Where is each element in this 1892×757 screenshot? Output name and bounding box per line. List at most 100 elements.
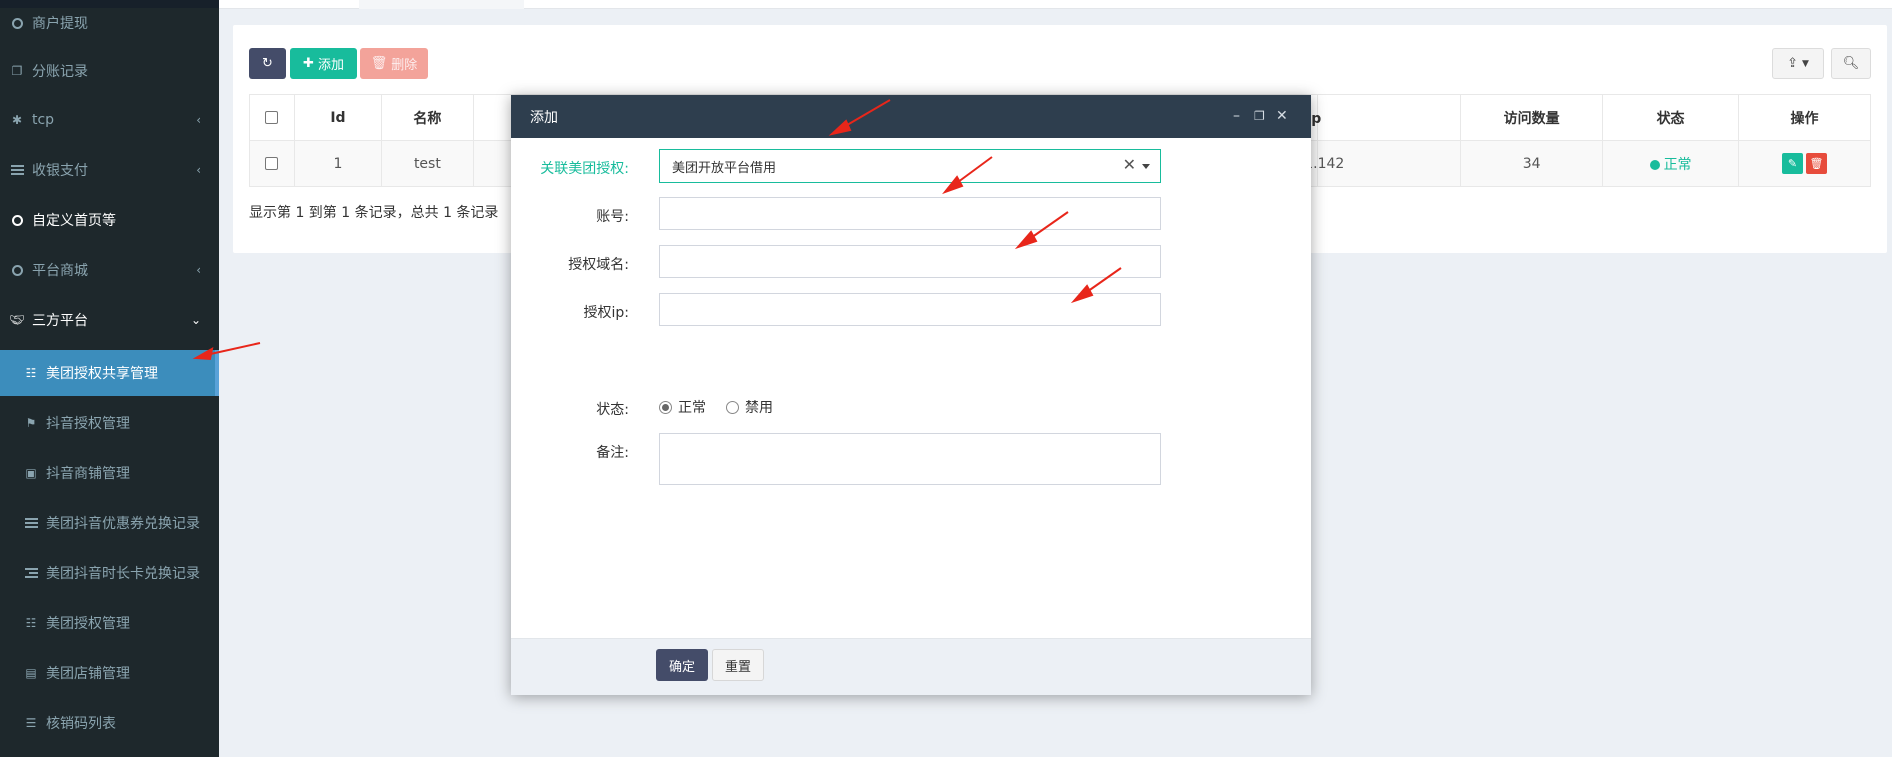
meituan-auth-select[interactable]: 美团开放平台借用 ✕ bbox=[659, 149, 1161, 183]
remark-label: 备注: bbox=[596, 445, 629, 461]
column-header-id[interactable]: Id bbox=[293, 94, 382, 141]
close-icon[interactable]: ✕ bbox=[1276, 107, 1288, 125]
delete-button-label: 删除 bbox=[391, 58, 418, 73]
asterisk-icon: ✱ bbox=[11, 113, 23, 127]
sidebar-item-timecard-records[interactable]: 美团抖音时长卡兑换记录 bbox=[0, 550, 219, 596]
clear-icon[interactable]: ✕ bbox=[1123, 155, 1136, 174]
search-icon: 🔍︎ bbox=[1842, 56, 1860, 71]
cell-ops: ✎ 🗑︎ bbox=[1738, 140, 1871, 187]
select-all-cell[interactable] bbox=[249, 94, 295, 141]
delete-button[interactable]: 🗑︎ 删除 bbox=[360, 48, 428, 79]
archive-icon: ▣ bbox=[25, 466, 37, 480]
sidebar-item-label: tcp bbox=[32, 112, 55, 128]
edit-button[interactable]: ✎ bbox=[1782, 153, 1803, 174]
list-ol-icon: ☰ bbox=[25, 716, 37, 730]
sidebar-item-tcp[interactable]: ✱ tcp ‹ bbox=[0, 97, 219, 143]
row-select-cell[interactable] bbox=[249, 140, 295, 187]
account-label: 账号: bbox=[596, 209, 629, 225]
status-disabled-radio[interactable] bbox=[726, 400, 739, 414]
caret-down-icon[interactable] bbox=[1142, 164, 1150, 169]
row-delete-button[interactable]: 🗑︎ bbox=[1806, 153, 1827, 174]
sidebar-item-verify-codes[interactable]: ☰ 核销码列表 bbox=[0, 700, 219, 746]
circle-icon bbox=[10, 263, 24, 277]
pencil-icon: ✎ bbox=[1787, 157, 1798, 170]
refresh-button[interactable]: ↻ bbox=[249, 48, 286, 79]
list-icon bbox=[24, 516, 38, 530]
add-dialog: 添加 – ❐ ✕ 关联美团授权: 美团开放平台借用 ✕ 账号: 授权域名: 授权… bbox=[511, 95, 1311, 695]
maximize-icon[interactable]: ❐ bbox=[1254, 107, 1265, 125]
caret-down-icon: ▼ bbox=[1801, 58, 1809, 69]
status-radio-group: 正常 禁用 bbox=[659, 397, 773, 417]
list-icon bbox=[10, 163, 24, 177]
status-label: 状态: bbox=[596, 402, 629, 418]
status-normal-radio[interactable] bbox=[659, 400, 672, 414]
sidebar-item-label: 分账记录 bbox=[32, 64, 88, 80]
sidebar-item-split-records[interactable]: ❐ 分账记录 bbox=[0, 48, 219, 94]
chevron-left-icon: ‹ bbox=[196, 263, 201, 277]
status-disabled-label[interactable]: 禁用 bbox=[745, 397, 773, 417]
sidebar-item-meituan-auth[interactable]: ☷ 美团授权管理 bbox=[0, 600, 219, 646]
status-dot-icon bbox=[1649, 159, 1660, 170]
chevron-down-icon: ⌄ bbox=[190, 313, 201, 327]
chevron-left-icon: ‹ bbox=[196, 163, 201, 177]
column-header-status[interactable]: 状态 bbox=[1602, 94, 1740, 141]
sidebar-item-label: 三方平台 bbox=[32, 313, 88, 329]
add-button[interactable]: ✚ 添加 bbox=[290, 48, 357, 79]
dialog-header[interactable]: 添加 – ❐ ✕ bbox=[511, 95, 1311, 138]
column-header-visits[interactable]: 访问数量 bbox=[1460, 94, 1604, 141]
confirm-button[interactable]: 确定 bbox=[656, 649, 708, 681]
cell-status: 正常 bbox=[1602, 140, 1740, 187]
sidebar-item-cashier-pay[interactable]: 收银支付 ‹ bbox=[0, 147, 219, 193]
sidebar-item-label: 抖音授权管理 bbox=[46, 416, 130, 432]
sidebar-item-douyin-shop[interactable]: ▣ 抖音商铺管理 bbox=[0, 450, 219, 496]
column-header-name[interactable]: 名称 bbox=[380, 94, 474, 141]
column-header-spacer bbox=[1317, 94, 1462, 141]
dialog-body: 关联美团授权: 美团开放平台借用 ✕ 账号: 授权域名: 授权ip: 状态: 正… bbox=[511, 138, 1311, 638]
status-badge: 正常 bbox=[1649, 156, 1692, 173]
row-checkbox[interactable] bbox=[265, 157, 279, 170]
sidebar-item-label: 平台商城 bbox=[32, 263, 88, 279]
minimize-icon[interactable]: – bbox=[1233, 107, 1240, 125]
cell-id: 1 bbox=[293, 140, 382, 187]
sidebar-item-merchant-withdraw[interactable]: 商户提现 bbox=[0, 0, 219, 46]
meituan-auth-value: 美团开放平台借用 bbox=[672, 160, 777, 176]
sidebar-item-douyin-auth[interactable]: ⚑ 抖音授权管理 bbox=[0, 400, 219, 446]
copy-icon: ❐ bbox=[11, 64, 23, 78]
ip-input[interactable] bbox=[659, 293, 1161, 326]
sidebar-item-label: 美团抖音时长卡兑换记录 bbox=[46, 566, 200, 582]
circle-icon bbox=[10, 213, 24, 227]
remark-textarea[interactable] bbox=[659, 433, 1161, 485]
sidebar-item-platform-mall[interactable]: 平台商城 ‹ bbox=[0, 247, 219, 293]
domain-input[interactable] bbox=[659, 245, 1161, 278]
tab-active[interactable] bbox=[359, 0, 524, 9]
sidebar-item-meituan-share[interactable]: ☷ 美团授权共享管理 bbox=[0, 350, 219, 396]
tab-bar bbox=[219, 0, 1892, 9]
id-card-icon: ▤ bbox=[25, 666, 37, 680]
sidebar-item-label: 美团授权共享管理 bbox=[46, 366, 158, 382]
table-icon: ☷ bbox=[25, 616, 37, 630]
sidebar-item-custom-home[interactable]: 自定义首页等 bbox=[0, 197, 219, 243]
ip-label: 授权ip: bbox=[583, 305, 630, 321]
sidebar-item-label: 美团店铺管理 bbox=[46, 666, 130, 682]
trash-icon: 🗑︎ bbox=[1809, 157, 1824, 170]
sidebar-item-label: 美团抖音优惠券兑换记录 bbox=[46, 516, 200, 532]
export-button[interactable]: ⇪ ▼ bbox=[1772, 48, 1824, 79]
dialog-title: 添加 bbox=[530, 109, 558, 126]
flag-icon: ⚑ bbox=[25, 416, 37, 430]
table-icon: ☷ bbox=[25, 366, 37, 380]
cell-name: test bbox=[380, 140, 474, 187]
status-normal-label[interactable]: 正常 bbox=[678, 397, 706, 417]
cell-visits: 34 bbox=[1460, 140, 1604, 187]
sidebar-item-third-party[interactable]: 🤝︎ 三方平台 ⌄ bbox=[0, 297, 219, 343]
chevron-left-icon: ‹ bbox=[196, 113, 201, 127]
sidebar-item-coupon-records[interactable]: 美团抖音优惠券兑换记录 bbox=[0, 500, 219, 546]
column-header-ops: 操作 bbox=[1738, 94, 1871, 141]
sidebar-item-meituan-shop[interactable]: ▤ 美团店铺管理 bbox=[0, 650, 219, 696]
search-button[interactable]: 🔍︎ bbox=[1831, 48, 1871, 79]
account-input[interactable] bbox=[659, 197, 1161, 230]
reset-button[interactable]: 重置 bbox=[712, 649, 764, 681]
select-all-checkbox[interactable] bbox=[265, 111, 279, 124]
trash-icon: 🗑︎ bbox=[370, 56, 388, 71]
sidebar: 商户提现 ❐ 分账记录 ✱ tcp ‹ 收银支付 ‹ 自定义首页等 平台商城 ‹… bbox=[0, 0, 219, 757]
status-text: 正常 bbox=[1663, 156, 1692, 173]
